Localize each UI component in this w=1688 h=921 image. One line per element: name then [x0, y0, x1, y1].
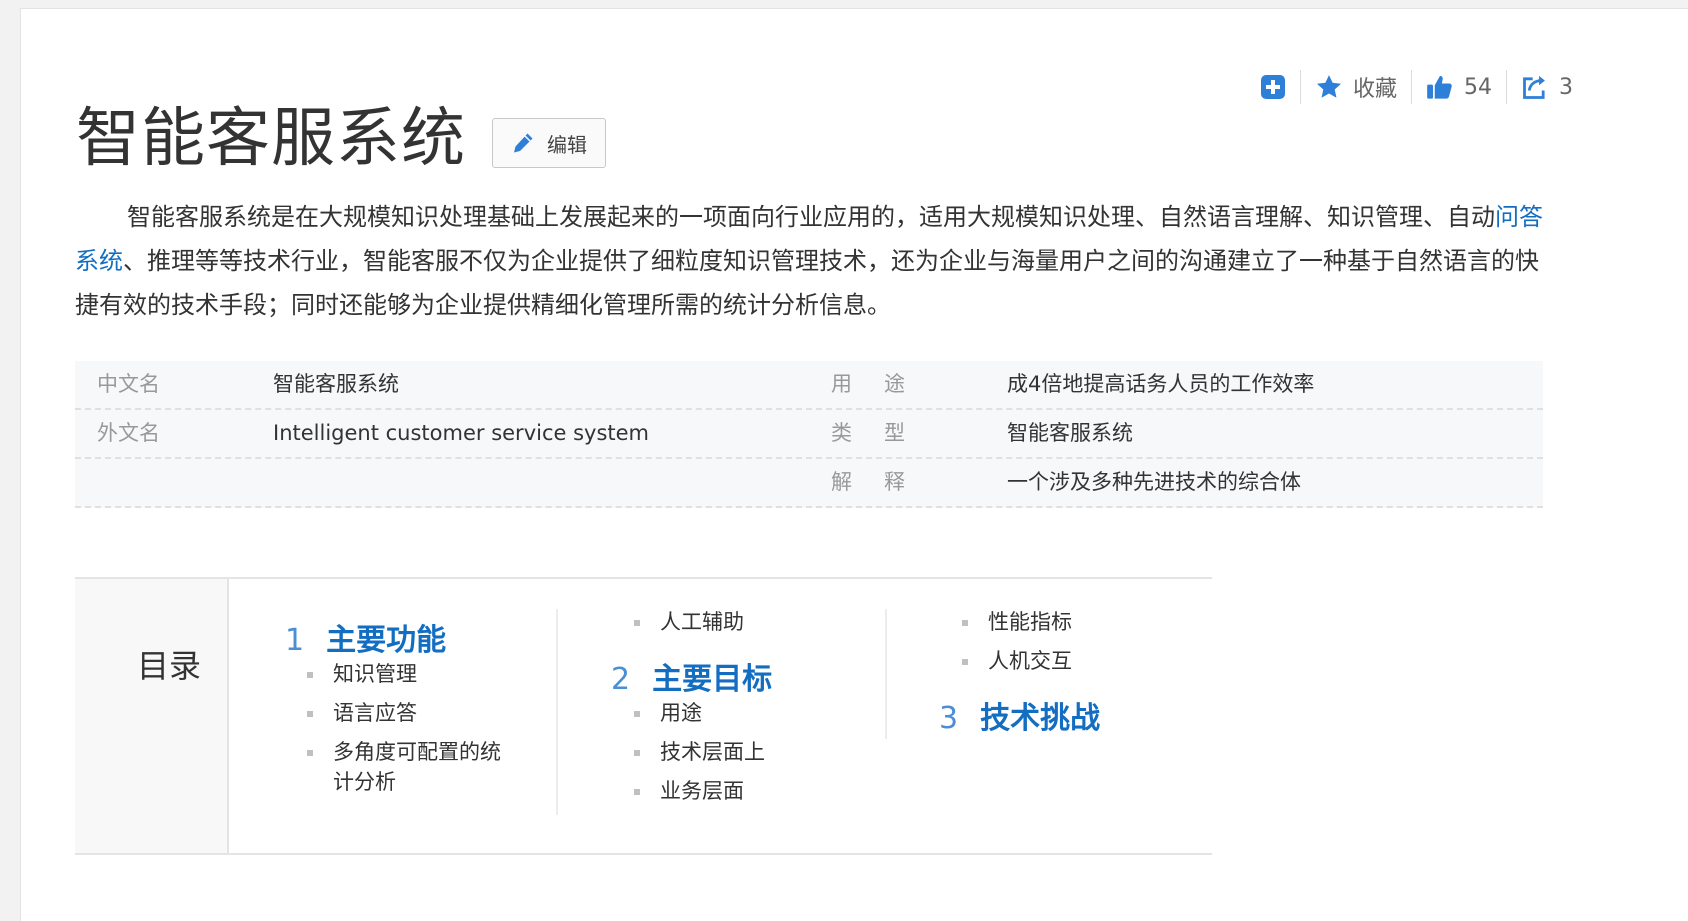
column-divider: [885, 609, 887, 739]
share-icon: [1523, 75, 1545, 99]
pencil-icon: [514, 133, 533, 153]
section-number: 2: [611, 662, 631, 697]
summary-text: 、推理等等技术行业，智能客服不仅为企业提供了细粒度知识管理技术，还为企业与海量用…: [75, 247, 1539, 319]
info-value: 成4倍地提高话务人员的工作效率: [1007, 372, 1315, 396]
catalog-title: 目录: [137, 647, 202, 685]
info-value: Intelligent customer service system: [273, 421, 650, 445]
share-button[interactable]: 3: [1507, 67, 1587, 107]
like-count: 54: [1464, 74, 1493, 100]
basic-info-row: 中文名 智能客服系统 用途 成4倍地提高话务人员的工作效率: [75, 361, 1543, 410]
basic-info-row: 解释 一个涉及多种先进技术的综合体: [75, 459, 1543, 508]
catalog-item-label: 人机交互: [988, 649, 1072, 673]
add-button[interactable]: [1246, 67, 1300, 107]
catalog-item[interactable]: 人机交互: [962, 646, 1172, 676]
catalog-item-label: 性能指标: [988, 610, 1072, 634]
basic-info-row: 外文名 Intelligent customer service system …: [75, 410, 1543, 459]
catalog-item[interactable]: 知识管理: [307, 659, 517, 689]
star-icon: [1316, 75, 1342, 98]
info-value: 一个涉及多种先进技术的综合体: [1007, 470, 1301, 494]
catalog-item-label: 知识管理: [333, 662, 417, 686]
bullet: [307, 672, 313, 678]
basic-info-table: 中文名 智能客服系统 用途 成4倍地提高话务人员的工作效率 外文名 Intell…: [75, 361, 1543, 508]
catalog-item[interactable]: 人工辅助: [634, 607, 844, 637]
catalog-section-3[interactable]: 3 技术挑战: [939, 693, 1100, 737]
section-number: 3: [939, 701, 959, 736]
catalog-item[interactable]: 性能指标: [962, 607, 1172, 637]
favorite-label: 收藏: [1353, 77, 1398, 102]
info-value: 智能客服系统: [1007, 421, 1133, 445]
catalog-item-label: 用途: [660, 701, 702, 725]
thumbs-up-icon: [1427, 75, 1452, 99]
catalog-item-label: 技术层面上: [660, 740, 765, 764]
info-key: 用途: [831, 372, 937, 396]
bullet: [962, 659, 968, 665]
info-value: 智能客服系统: [273, 372, 399, 396]
top-actions: 收藏 54 3: [1246, 67, 1587, 107]
summary-text: 智能客服系统是在大规模知识处理基础上发展起来的一项面向行业应用的，适用大规模知识…: [127, 203, 1495, 231]
catalog-item-label: 多角度可配置的统计分析: [333, 740, 501, 794]
info-key: 中文名: [97, 372, 160, 396]
favorite-button[interactable]: 收藏: [1301, 67, 1411, 107]
bullet: [962, 620, 968, 626]
page-title: 智能客服系统: [76, 102, 466, 176]
plus-square-icon: [1261, 75, 1285, 99]
catalog-section-2[interactable]: 2 主要目标: [611, 654, 772, 698]
like-button[interactable]: 54: [1412, 67, 1506, 107]
catalog-item-label: 业务层面: [660, 779, 744, 803]
catalog-item[interactable]: 语言应答: [307, 698, 517, 728]
column-divider: [556, 609, 558, 815]
catalog: 目录 1 主要功能 知识管理 语言应答 多角度可配置的统计分析 人工辅助 2 主要目…: [75, 577, 1212, 855]
catalog-item[interactable]: 用途: [634, 698, 844, 728]
catalog-item[interactable]: 技术层面上: [634, 737, 844, 767]
catalog-header: 目录: [75, 579, 229, 853]
info-key: 外文名: [97, 421, 160, 445]
bullet: [634, 789, 640, 795]
title-row: 智能客服系统 编辑: [76, 97, 606, 181]
section-title: 主要目标: [652, 662, 773, 697]
bullet: [634, 750, 640, 756]
edit-button[interactable]: 编辑: [492, 118, 606, 168]
edit-label: 编辑: [547, 132, 587, 157]
catalog-item-label: 人工辅助: [660, 610, 744, 634]
section-title: 主要功能: [326, 623, 447, 658]
catalog-item[interactable]: 多角度可配置的统计分析: [307, 737, 517, 797]
catalog-item-label: 语言应答: [333, 701, 417, 725]
catalog-section-1[interactable]: 1 主要功能: [285, 615, 446, 659]
bullet: [634, 620, 640, 626]
bullet: [307, 750, 313, 756]
lemma-summary: 智能客服系统是在大规模知识处理基础上发展起来的一项面向行业应用的，适用大规模知识…: [75, 195, 1545, 327]
section-title: 技术挑战: [980, 701, 1101, 736]
section-number: 1: [285, 623, 305, 658]
info-key: 解释: [831, 470, 937, 494]
catalog-item[interactable]: 业务层面: [634, 776, 844, 806]
bullet: [634, 711, 640, 717]
share-count: 3: [1559, 74, 1574, 100]
bullet: [307, 711, 313, 717]
lemma-page: 收藏 54 3 智能客服系统 编辑 智能客服系统是在大规模知识处理基础上发展起来…: [20, 8, 1688, 921]
info-key: 类型: [831, 421, 937, 445]
